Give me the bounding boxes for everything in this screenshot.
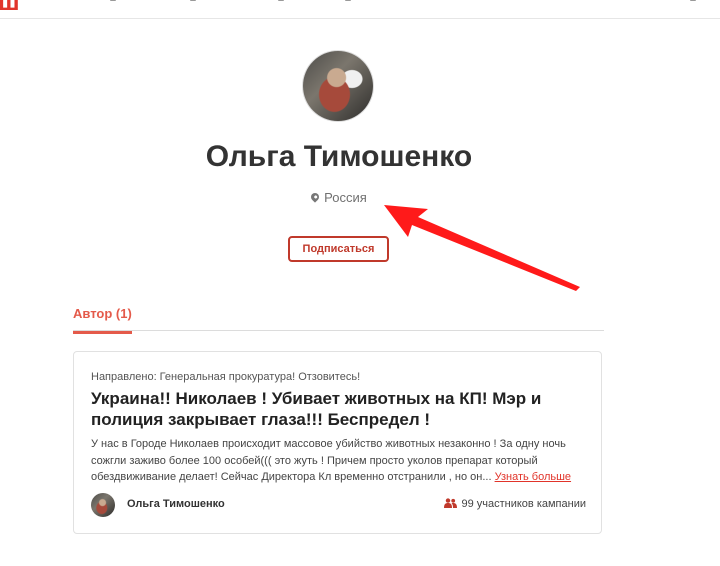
nav-fragment[interactable]	[345, 0, 351, 1]
tab-author[interactable]: Автор (1)	[73, 306, 132, 334]
nav-fragment[interactable]	[190, 0, 196, 1]
red-arrow-annotation	[384, 205, 580, 291]
profile-avatar	[303, 51, 373, 121]
nav-fragment[interactable]	[110, 0, 116, 1]
petition-directed-to: Направлено: Генеральная прокуратура! Отз…	[91, 371, 361, 383]
author-avatar[interactable]	[91, 493, 115, 517]
nav-fragment[interactable]	[278, 0, 284, 1]
nav-fragment[interactable]	[690, 0, 696, 1]
location-pin-icon	[309, 191, 321, 203]
petition-title[interactable]: Украина!! Николаев ! Убивает животных на…	[91, 388, 581, 430]
location-text: Россия	[324, 190, 367, 205]
participants-count: 99 участников кампании	[444, 498, 586, 510]
petition-excerpt: У нас в Городе Николаев происходит массо…	[91, 436, 586, 486]
users-icon	[444, 498, 458, 508]
top-header: ш	[0, 0, 720, 19]
participants-text: 99 участников кампании	[461, 498, 586, 510]
profile-name: Ольга Тимошенко	[205, 140, 473, 173]
author-name[interactable]: Ольга Тимошенко	[127, 498, 225, 510]
subscribe-button[interactable]: Подписаться	[288, 236, 389, 262]
learn-more-link[interactable]: Узнать больше	[495, 471, 571, 483]
profile-tabs: Автор (1)	[73, 296, 604, 334]
petition-author-row: Ольга Тимошенко 99 участников кампании	[91, 491, 586, 519]
site-logo[interactable]: ш	[0, 0, 20, 17]
petition-card[interactable]: Направлено: Генеральная прокуратура! Отз…	[73, 351, 602, 534]
